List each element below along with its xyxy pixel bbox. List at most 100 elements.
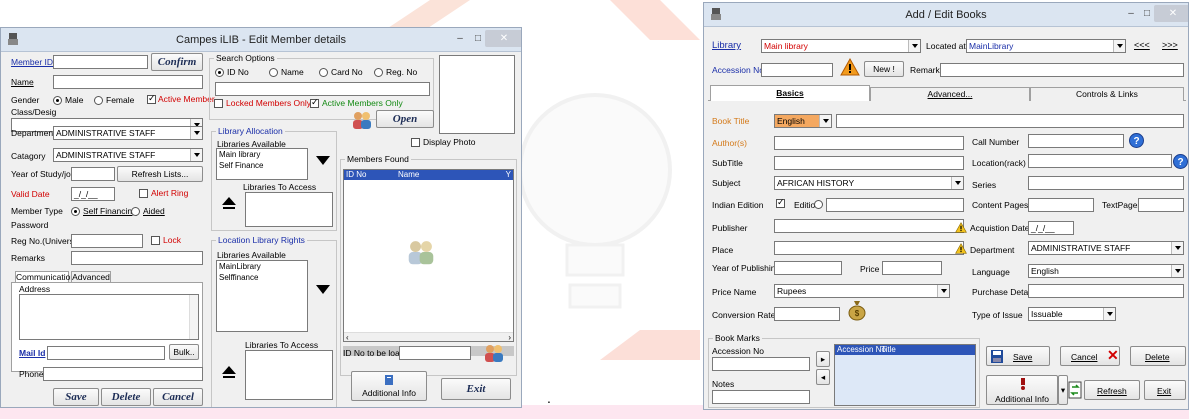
open-button[interactable]: Open: [376, 110, 434, 128]
maximize-button[interactable]: □: [471, 32, 485, 46]
move-up-arrow-icon[interactable]: [221, 195, 237, 211]
delete-button[interactable]: Delete: [1130, 346, 1186, 366]
delete-button[interactable]: Delete: [101, 388, 151, 406]
help-icon[interactable]: ?: [1173, 154, 1188, 169]
publisher-input[interactable]: [774, 219, 964, 233]
nav-next-button[interactable]: >>>: [1162, 40, 1178, 51]
phone-input[interactable]: [43, 367, 203, 381]
price-input[interactable]: [882, 261, 942, 275]
cancel-button[interactable]: Cancel: [153, 388, 203, 406]
help-icon[interactable]: ?: [1129, 133, 1144, 148]
col-accession[interactable]: Accession No: [837, 345, 886, 355]
move-down-arrow-icon[interactable]: [315, 281, 331, 297]
member-id-input[interactable]: [53, 55, 148, 69]
language-select[interactable]: English: [1028, 264, 1184, 278]
scrollbar[interactable]: [189, 295, 198, 339]
members-found-table[interactable]: ID No Name Y ‹ ›: [343, 169, 514, 342]
location-to-access-list[interactable]: [245, 350, 333, 400]
conversion-rate-input[interactable]: [774, 307, 840, 321]
list-item[interactable]: Self Finance: [217, 160, 307, 171]
col-name[interactable]: Name: [398, 170, 419, 180]
purchase-details-input[interactable]: [1028, 284, 1184, 298]
active-member-checkbox[interactable]: [147, 93, 156, 104]
tab-controls-links[interactable]: Controls & Links: [1030, 87, 1184, 101]
dropdown-arrow-button[interactable]: ▾: [1058, 375, 1068, 405]
search-card-radio[interactable]: [319, 68, 328, 77]
alert-ring-checkbox[interactable]: [139, 189, 148, 198]
bm-table[interactable]: Accession No Title: [834, 344, 976, 406]
save-button[interactable]: Save: [53, 388, 99, 406]
located-at-select[interactable]: MainLibrary: [966, 39, 1126, 53]
library-select[interactable]: Main library: [761, 39, 921, 53]
edition-input[interactable]: [826, 198, 964, 212]
exit-button[interactable]: Exit: [441, 378, 511, 400]
search-name-radio[interactable]: [269, 68, 278, 77]
scroll-left-icon[interactable]: ‹: [346, 333, 349, 341]
remarks-input[interactable]: [940, 63, 1184, 77]
confirm-button[interactable]: Confirm: [151, 53, 203, 71]
minimize-button[interactable]: –: [453, 32, 467, 46]
cancel-button[interactable]: Cancel ✕: [1060, 346, 1120, 366]
exit-button[interactable]: Exit: [1144, 380, 1186, 400]
subject-select[interactable]: AFRICAN HISTORY: [774, 176, 964, 190]
scroll-right-icon[interactable]: ›: [508, 333, 511, 341]
refresh-button[interactable]: Refresh: [1084, 380, 1140, 400]
location-rack-input[interactable]: [1028, 154, 1172, 168]
id-no-load-input[interactable]: [399, 346, 471, 360]
address-textarea[interactable]: [19, 294, 199, 340]
category-select[interactable]: ADMINISTRATIVE STAFF: [53, 148, 203, 162]
col-y[interactable]: Y: [506, 170, 511, 180]
nav-prev-button[interactable]: <<<: [1134, 40, 1150, 51]
locked-members-checkbox[interactable]: [214, 99, 223, 108]
type-of-issue-select[interactable]: Issuable: [1028, 307, 1116, 321]
series-input[interactable]: [1028, 176, 1184, 190]
year-input[interactable]: [71, 167, 115, 181]
tab-advanced[interactable]: Advanced...: [870, 87, 1030, 101]
tab-basics[interactable]: Basics: [710, 85, 870, 101]
accession-no-input[interactable]: [761, 63, 833, 77]
save-button[interactable]: Save: [986, 346, 1050, 366]
self-financing-radio[interactable]: [71, 207, 80, 216]
col-title[interactable]: Title: [881, 345, 896, 355]
text-pages-input[interactable]: [1138, 198, 1184, 212]
year-pub-input[interactable]: [774, 261, 842, 275]
close-button[interactable]: ✕: [1154, 5, 1188, 22]
acquisition-date-input[interactable]: _/_/__: [1028, 221, 1074, 235]
additional-info-button[interactable]: Additional Info: [986, 375, 1058, 405]
call-number-input[interactable]: [1028, 134, 1124, 148]
location-available-list[interactable]: MainLibrary Selffinance: [216, 260, 308, 332]
lock-checkbox[interactable]: [151, 236, 160, 245]
bm-add-button[interactable]: ▸: [816, 351, 830, 367]
search-id-radio[interactable]: [215, 68, 224, 77]
name-input[interactable]: [53, 75, 203, 89]
bm-accession-input[interactable]: [712, 357, 810, 371]
department-select[interactable]: ADMINISTRATIVE STAFF: [53, 126, 203, 140]
remarks-input[interactable]: [71, 251, 203, 265]
minimize-button[interactable]: –: [1124, 7, 1138, 21]
active-members-checkbox[interactable]: [310, 97, 319, 108]
bulk-button[interactable]: Bulk..: [169, 344, 199, 360]
close-button[interactable]: ✕: [485, 30, 521, 47]
indian-edition-checkbox[interactable]: [776, 197, 785, 208]
place-input[interactable]: [774, 241, 964, 255]
search-reg-radio[interactable]: [374, 68, 383, 77]
subtitle-input[interactable]: [774, 156, 964, 170]
new-button[interactable]: New !: [864, 61, 904, 77]
price-name-select[interactable]: Rupees: [774, 284, 950, 298]
bm-remove-button[interactable]: ◂: [816, 369, 830, 385]
horizontal-scrollbar[interactable]: ‹ ›: [344, 332, 513, 341]
list-item[interactable]: Selffinance: [217, 272, 307, 283]
display-photo-checkbox[interactable]: [411, 138, 420, 147]
maximize-button[interactable]: □: [1140, 7, 1154, 21]
content-pages-input[interactable]: [1028, 198, 1094, 212]
authors-input[interactable]: [774, 136, 964, 150]
valid-date-input[interactable]: _/_/__: [71, 187, 115, 201]
refresh-lists-button[interactable]: Refresh Lists...: [117, 166, 203, 182]
male-radio[interactable]: [53, 96, 62, 105]
col-id-no[interactable]: ID No: [346, 170, 366, 180]
aided-radio[interactable]: [131, 207, 140, 216]
list-item[interactable]: Main library: [217, 149, 307, 160]
mail-id-input[interactable]: [47, 346, 165, 360]
additional-info-button[interactable]: Additional Info: [351, 371, 427, 401]
libraries-to-access-list[interactable]: [245, 192, 333, 227]
